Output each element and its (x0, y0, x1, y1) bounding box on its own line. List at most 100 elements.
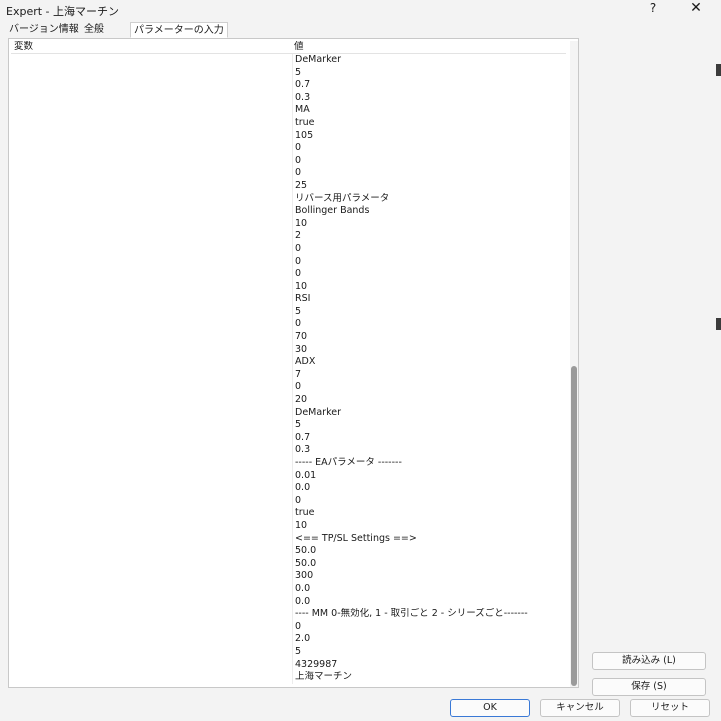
table-row[interactable]: ✓UseMA2true (11, 116, 566, 130)
value-cell[interactable]: 0.0 (292, 595, 564, 609)
table-row[interactable]: ab_BB3_Bollinger Bands (11, 205, 566, 218)
table-row[interactable]: ½Lots0.01 (11, 469, 566, 483)
column-header-value[interactable]: 値 (292, 41, 564, 54)
ok-button[interactable]: OK (450, 699, 530, 717)
value-cell[interactable]: DeMarker (292, 54, 564, 67)
table-row[interactable]: ½levelDMsell20.7 (11, 79, 566, 92)
value-cell[interactable]: 0.7 (292, 79, 564, 92)
table-row[interactable]: 123TP_SL_ATR_Period300 (11, 570, 566, 583)
table-row[interactable]: 123periodDM25 (11, 66, 566, 80)
value-cell[interactable]: 70 (292, 331, 564, 344)
value-cell[interactable]: 30 (292, 343, 564, 357)
value-cell[interactable]: 5 (292, 419, 564, 432)
value-cell[interactable]: 0.01 (292, 469, 564, 483)
value-cell[interactable]: true (292, 507, 564, 520)
table-row[interactable]: 123priceBBDN30 (11, 268, 566, 281)
vertical-scrollbar[interactable] (570, 41, 578, 687)
value-cell[interactable]: 0.7 (292, 431, 564, 445)
value-cell[interactable]: 5 (292, 645, 564, 659)
table-row[interactable]: 123periodADX37 (11, 368, 566, 382)
value-cell[interactable]: 105 (292, 129, 564, 143)
table-row[interactable]: ab_DM2_DeMarker (11, 54, 566, 67)
value-cell[interactable]: 2.0 (292, 633, 564, 646)
value-cell[interactable]: RSI (292, 293, 564, 306)
value-cell[interactable]: 0 (292, 318, 564, 332)
value-cell[interactable]: 50.0 (292, 545, 564, 558)
value-cell[interactable]: ----- EAパラメータ ------- (292, 457, 564, 470)
value-cell[interactable]: 7 (292, 368, 564, 382)
table-row[interactable]: ½Lots_exp2.0 (11, 633, 566, 646)
table-row[interactable]: ½Risk0.0 (11, 482, 566, 495)
table-row[interactable]: ab_inp3_リバース用パラメータ (11, 192, 566, 206)
table-row[interactable]: ½levelDMbuy30.3 (11, 444, 566, 457)
table-row[interactable]: ½Tp50.0 (11, 557, 566, 571)
tab-general[interactable]: 全般 (81, 22, 107, 38)
value-cell[interactable]: 0 (292, 381, 564, 395)
load-button[interactable]: 読み込み (L) (592, 652, 706, 670)
table-row[interactable]: 123priceADX30 (11, 381, 566, 395)
table-row[interactable]: ab> > ><== TP/SL Settings ==> (11, 532, 566, 546)
help-button[interactable]: ? (646, 1, 660, 15)
table-row[interactable]: ½Sl50.0 (11, 545, 566, 558)
value-cell[interactable]: 上海マーチン (292, 671, 564, 684)
table-row[interactable]: 123Martin_Type0 (11, 620, 566, 634)
table-row[interactable]: 123deviationBB32 (11, 230, 566, 243)
table-row[interactable]: 123マジックナンバー4329987 (11, 658, 566, 672)
value-cell[interactable]: <== TP/SL Settings ==> (292, 532, 564, 546)
table-row[interactable]: 123Ma_price20 (11, 167, 566, 180)
value-cell[interactable]: 0 (292, 142, 564, 155)
table-row[interactable]: ab_DM3_DeMarker (11, 406, 566, 420)
table-row[interactable]: 123bands_shiftBB30 (11, 242, 566, 256)
table-row[interactable]: ab_ADX3_ADX (11, 356, 566, 369)
close-button[interactable]: ✕ (688, 0, 704, 16)
value-cell[interactable]: 5 (292, 305, 564, 319)
value-cell[interactable]: 0 (292, 242, 564, 256)
value-cell[interactable]: 0.3 (292, 444, 564, 457)
tab-parameters[interactable]: パラメーターの入力 (130, 22, 228, 38)
value-cell[interactable]: 10 (292, 280, 564, 294)
table-row[interactable]: 123MA_Period2105 (11, 129, 566, 143)
reset-button[interactable]: リセット (630, 699, 710, 717)
value-cell[interactable]: 10 (292, 217, 564, 231)
value-cell[interactable]: ADX (292, 356, 564, 369)
value-cell[interactable]: Bollinger Bands (292, 205, 564, 218)
cancel-button[interactable]: キャンセル (540, 699, 620, 717)
value-cell[interactable]: 0 (292, 620, 564, 634)
table-row[interactable]: 123periodRSI35 (11, 305, 566, 319)
value-cell[interactable]: true (292, 116, 564, 130)
value-cell[interactable]: 2 (292, 230, 564, 243)
table-row[interactable]: 123Ma_shift20 (11, 142, 566, 155)
table-row[interactable]: 123MaxOrders5 (11, 645, 566, 659)
value-cell[interactable]: 0 (292, 494, 564, 508)
value-cell[interactable]: 0.0 (292, 582, 564, 596)
table-row[interactable]: 123levelRSIbuy330 (11, 343, 566, 357)
tab-version-info[interactable]: バージョン情報 (6, 22, 82, 38)
table-row[interactable]: 123Ma_type20 (11, 154, 566, 168)
table-row[interactable]: ½TP_ATR_Multiplier0.0 (11, 582, 566, 596)
table-row[interactable]: ab_RSI3_RSI (11, 293, 566, 306)
value-cell[interactable]: 10 (292, 519, 564, 533)
value-cell[interactable]: 25 (292, 179, 564, 193)
table-row[interactable]: abpar----- EAパラメータ ------- (11, 457, 566, 470)
value-cell[interactable]: 20 (292, 394, 564, 407)
table-row[interactable]: ½levelDMbuy20.3 (11, 91, 566, 105)
table-row[interactable]: 123CheckBarsBB310 (11, 280, 566, 294)
table-row[interactable]: 123Step_Input10 (11, 519, 566, 533)
table-row[interactable]: 123periodBB310 (11, 217, 566, 231)
value-cell[interactable]: 0 (292, 268, 564, 281)
table-row[interactable]: 123priceRSI30 (11, 318, 566, 332)
value-cell[interactable]: 50.0 (292, 557, 564, 571)
value-cell[interactable]: 300 (292, 570, 564, 583)
table-row[interactable]: 123levelRSIsell370 (11, 331, 566, 344)
value-cell[interactable]: 0.3 (292, 91, 564, 105)
table-row[interactable]: 123Slippage_MA225 (11, 179, 566, 193)
value-cell[interactable]: 0.0 (292, 482, 564, 495)
table-row[interactable]: ab_MA2_MA (11, 104, 566, 117)
table-row[interactable]: ½levelDMsell30.7 (11, 431, 566, 445)
value-cell[interactable]: DeMarker (292, 406, 564, 420)
value-cell[interactable]: 0 (292, 255, 564, 269)
value-cell[interactable]: ---- MM 0-無効化, 1 - 取引ごと 2 - シリーズごと------… (292, 608, 564, 621)
table-row[interactable]: 123MaxSpread0 (11, 494, 566, 508)
table-row[interactable]: ✓Close_Reverstrue (11, 507, 566, 520)
table-row[interactable]: abMM_type---- MM 0-無効化, 1 - 取引ごと 2 - シリー… (11, 608, 566, 621)
